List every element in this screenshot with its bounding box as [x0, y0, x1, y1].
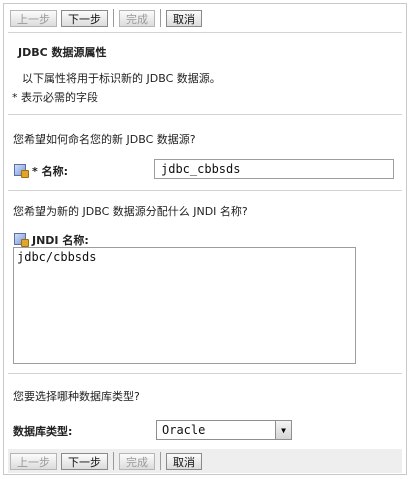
name-question: 您希望如何命名您的新 JDBC 数据源?	[13, 133, 196, 146]
jndi-label: JNDI 名称:	[32, 234, 89, 247]
section-title: JDBC 数据源属性	[18, 46, 107, 59]
jndi-textarea[interactable]: jdbc/cbbsds	[13, 247, 356, 364]
info-icon	[14, 233, 29, 247]
cancel-button[interactable]: 取消	[166, 9, 202, 27]
divider	[8, 114, 402, 115]
next-button[interactable]: 下一步	[61, 452, 108, 470]
chevron-down-icon[interactable]: ▼	[275, 421, 291, 439]
top-button-bar: 上一步 下一步 完成 取消	[10, 6, 202, 30]
separator	[113, 452, 114, 470]
info-icon	[14, 164, 29, 178]
db-type-question: 您要选择哪种数据库类型?	[13, 390, 140, 403]
bottom-button-bar: 上一步 下一步 完成 取消	[10, 449, 202, 473]
name-input[interactable]: jdbc_cbbsds	[154, 159, 394, 179]
finish-button[interactable]: 完成	[119, 9, 155, 27]
wizard-panel: 上一步 下一步 完成 取消 JDBC 数据源属性 以下属性将用于标识新的 JDB…	[3, 3, 407, 475]
cancel-button[interactable]: 取消	[166, 452, 202, 470]
separator	[113, 9, 114, 27]
db-type-label: 数据库类型:	[13, 425, 73, 438]
db-type-value: Oracle	[162, 423, 206, 437]
separator	[160, 452, 161, 470]
back-button[interactable]: 上一步	[10, 9, 57, 27]
db-type-select[interactable]: Oracle ▼	[156, 420, 292, 440]
divider	[8, 373, 402, 374]
section-description: 以下属性将用于标识新的 JDBC 数据源。	[22, 72, 221, 85]
back-button[interactable]: 上一步	[10, 452, 57, 470]
required-note: * 表示必需的字段	[12, 91, 98, 104]
divider	[8, 190, 402, 191]
next-button[interactable]: 下一步	[61, 9, 108, 27]
separator	[160, 9, 161, 27]
finish-button[interactable]: 完成	[119, 452, 155, 470]
divider	[8, 32, 402, 33]
jndi-question: 您希望为新的 JDBC 数据源分配什么 JNDI 名称?	[13, 205, 248, 218]
name-label: * 名称:	[32, 165, 68, 178]
